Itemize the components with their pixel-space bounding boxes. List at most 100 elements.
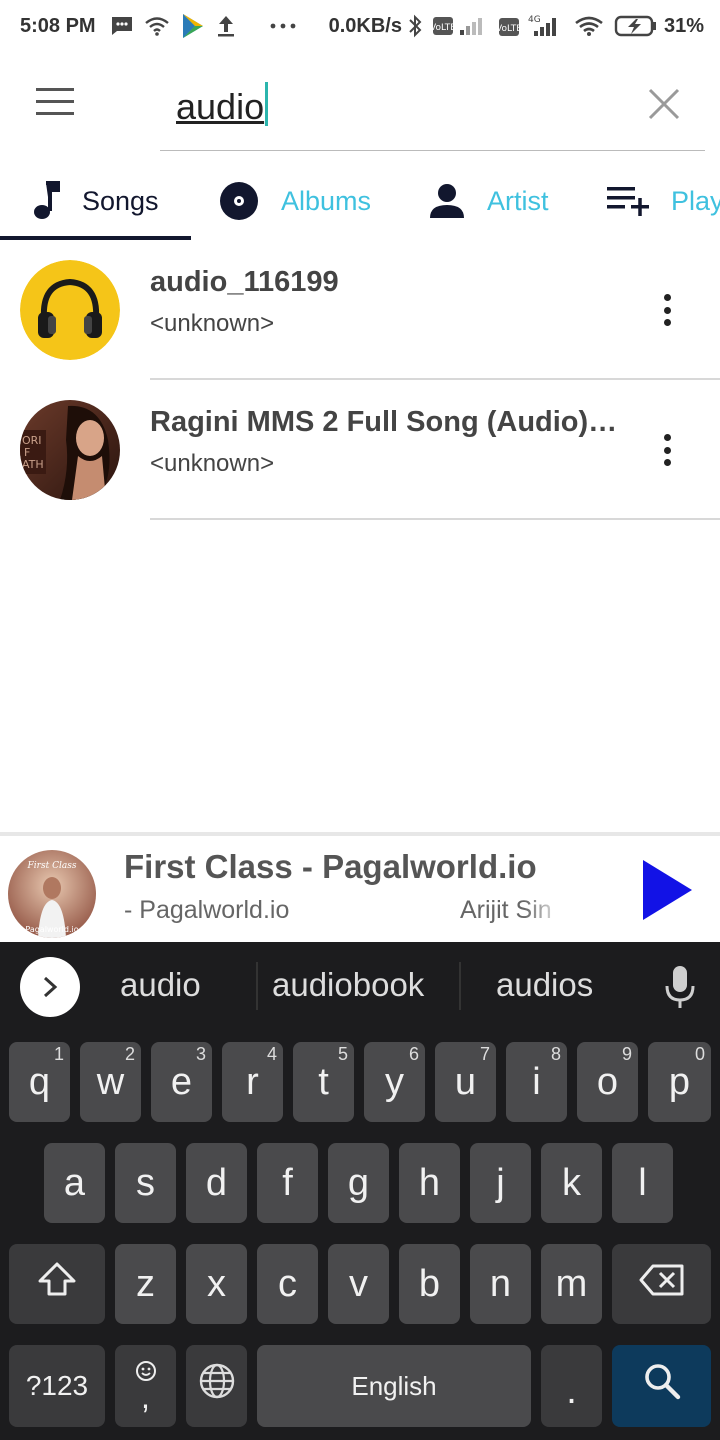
key-a[interactable]: a [44, 1143, 105, 1223]
key-m[interactable]: m [541, 1244, 602, 1324]
search-underline [160, 150, 705, 151]
key-z[interactable]: z [115, 1244, 176, 1324]
battery-percent: 31% [663, 14, 704, 37]
album-disc-icon [219, 181, 259, 221]
key-q[interactable]: q1 [9, 1042, 70, 1122]
now-playing-subtitle: - Pagalworld.io Arijit Sin [124, 896, 564, 930]
tab-albums[interactable]: Albums [191, 162, 409, 240]
4g-signal-icon: VoLTE 4G [498, 14, 564, 38]
shift-icon [37, 1261, 77, 1307]
album-art-thumbnail: ORI F ATH [20, 400, 120, 500]
key-h[interactable]: h [399, 1143, 460, 1223]
wifi-icon [144, 16, 170, 36]
globe-icon [198, 1362, 236, 1410]
key-x[interactable]: x [186, 1244, 247, 1324]
key-t[interactable]: t5 [293, 1042, 354, 1122]
more-vert-icon[interactable] [650, 428, 684, 472]
more-dots-icon [270, 23, 296, 29]
tab-songs-label: Songs [82, 185, 159, 216]
svg-text:4G: 4G [528, 15, 541, 25]
key-e[interactable]: e3 [151, 1042, 212, 1122]
song-title: Ragini MMS 2 Full Song (Audio)… [150, 406, 618, 438]
key-y[interactable]: y6 [364, 1042, 425, 1122]
song-list: audio_116199 <unknown> ORI F ATH Ragini … [0, 240, 720, 520]
playlist-add-icon [607, 185, 649, 217]
divider [256, 962, 258, 1010]
tab-songs[interactable]: Songs [0, 162, 191, 240]
tab-playlists-label: Play [671, 185, 720, 216]
comma-key[interactable]: , [115, 1345, 176, 1427]
suggestion-item[interactable]: audiobook [272, 966, 424, 1004]
divider [150, 518, 720, 520]
song-row[interactable]: ORI F ATH Ragini MMS 2 Full Song (Audio)… [0, 380, 720, 520]
search-key[interactable] [612, 1345, 711, 1427]
shift-key[interactable] [9, 1244, 105, 1324]
song-artist: <unknown> [150, 450, 275, 477]
key-k[interactable]: k [541, 1143, 602, 1223]
tab-artist-label: Artist [487, 185, 549, 216]
divider [459, 962, 461, 1010]
headphones-thumbnail [20, 260, 120, 360]
suggestion-bar: audio audiobook audios [0, 942, 720, 1034]
close-icon[interactable] [646, 86, 682, 122]
tab-albums-label: Albums [281, 185, 372, 216]
play-icon[interactable] [640, 858, 694, 922]
upload-icon [216, 14, 236, 38]
key-p[interactable]: p0 [648, 1042, 711, 1122]
thumb-footer-text: Pagalworld.io [25, 925, 78, 934]
key-o[interactable]: o9 [577, 1042, 638, 1122]
globe-key[interactable] [186, 1345, 247, 1427]
svg-text:ATH: ATH [22, 458, 44, 471]
key-g[interactable]: g [328, 1143, 389, 1223]
backspace-key[interactable] [612, 1244, 711, 1324]
play-store-icon [180, 12, 206, 40]
key-f[interactable]: f [257, 1143, 318, 1223]
now-playing-album: - Pagalworld.io [124, 896, 290, 924]
network-speed: 0.0KB/s [328, 14, 402, 37]
song-row[interactable]: audio_116199 <unknown> [0, 240, 720, 380]
symbols-key[interactable]: ?123 [9, 1345, 105, 1427]
svg-text:VoLTE: VoLTE [432, 23, 456, 33]
key-u[interactable]: u7 [435, 1042, 496, 1122]
person-icon [429, 183, 465, 219]
key-v[interactable]: v [328, 1244, 389, 1324]
suggestion-item[interactable]: audio [120, 966, 201, 1004]
key-l[interactable]: l [612, 1143, 673, 1223]
status-bar: 5:08 PM 0.0KB/s VoLTE VoLTE 4G 31% [0, 0, 720, 52]
volte-signal-icon: VoLTE [432, 15, 488, 37]
menu-icon[interactable] [36, 88, 76, 118]
key-r[interactable]: r4 [222, 1042, 283, 1122]
status-time: 5:08 PM [20, 14, 96, 37]
space-key[interactable]: English [257, 1345, 531, 1427]
period-key[interactable]: . [541, 1345, 602, 1427]
mini-player[interactable]: First Class Pagalworld.io First Class - … [0, 832, 720, 942]
key-d[interactable]: d [186, 1143, 247, 1223]
key-j[interactable]: j [470, 1143, 531, 1223]
tab-bar: Songs Albums Artist Play [0, 162, 720, 240]
now-playing-thumbnail: First Class Pagalworld.io [8, 850, 96, 938]
chevron-right-icon[interactable] [20, 957, 80, 1017]
more-vert-icon[interactable] [650, 288, 684, 332]
bluetooth-icon [408, 14, 422, 38]
key-b[interactable]: b [399, 1244, 460, 1324]
search-header [0, 52, 720, 152]
keyboard: audio audiobook audios q1 w2 e3 r4 t5 y6… [0, 942, 720, 1440]
suggestion-item[interactable]: audios [496, 966, 593, 1004]
key-s[interactable]: s [115, 1143, 176, 1223]
svg-text:VoLTE: VoLTE [498, 24, 522, 34]
wifi-icon [574, 15, 604, 37]
search-input[interactable] [160, 72, 630, 142]
key-n[interactable]: n [470, 1244, 531, 1324]
key-i[interactable]: i8 [506, 1042, 567, 1122]
key-w[interactable]: w2 [80, 1042, 141, 1122]
key-c[interactable]: c [257, 1244, 318, 1324]
now-playing-title: First Class - Pagalworld.io [124, 848, 537, 885]
music-note-icon [32, 181, 60, 221]
tab-artist[interactable]: Artist [409, 162, 597, 240]
backspace-icon [639, 1263, 685, 1306]
thumb-title-text: First Class [27, 861, 77, 871]
battery-icon [614, 15, 658, 37]
search-icon [642, 1361, 682, 1411]
microphone-icon[interactable] [662, 964, 698, 1012]
tab-playlists[interactable]: Play [597, 162, 720, 240]
